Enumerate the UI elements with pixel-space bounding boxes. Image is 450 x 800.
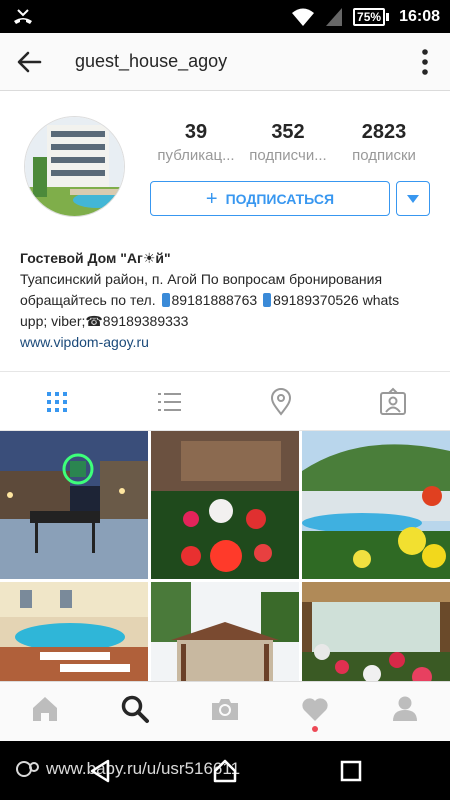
nav-camera[interactable] <box>205 694 245 730</box>
missed-call-icon <box>14 9 32 24</box>
suggestions-dropdown-button[interactable] <box>396 181 430 216</box>
stat-following[interactable]: 2823 подписки <box>338 121 430 164</box>
profile-full-name: Гостевой Дом "Аг☀й" <box>20 250 171 266</box>
list-view-icon[interactable] <box>154 387 184 417</box>
nav-activity[interactable] <box>295 694 335 732</box>
profile-icon <box>393 696 417 721</box>
watermark: www.baby.ru/u/usr516611 <box>14 759 240 779</box>
profile-bio: Гостевой Дом "Аг☀й" Туапсинский район, п… <box>20 248 440 353</box>
signal-icon <box>326 7 343 26</box>
more-options-icon[interactable] <box>420 47 430 77</box>
phone-icon <box>161 293 170 307</box>
status-bar: 75% 16:08 <box>0 0 450 33</box>
posts-label: публикац... <box>157 147 235 164</box>
instagram-app: guest_house_agoy 39 публикац... 352 подп… <box>0 33 450 741</box>
profile-username: guest_house_agoy <box>75 51 228 71</box>
battery-icon: 75% <box>353 7 390 26</box>
plus-icon: + <box>205 187 218 210</box>
followers-count: 352 <box>271 121 305 143</box>
bottom-navigation <box>0 681 450 741</box>
profile-stats: 39 публикац... 352 подписчи... 2823 подп… <box>150 121 430 171</box>
watermark-text: www.baby.ru/u/usr516611 <box>46 759 241 778</box>
stat-followers[interactable]: 352 подписчи... <box>242 121 334 164</box>
caret-down-icon <box>407 194 419 203</box>
back-arrow-icon[interactable] <box>14 47 44 77</box>
following-count: 2823 <box>361 121 407 143</box>
grid-view-icon[interactable] <box>42 387 72 417</box>
notification-dot <box>312 726 318 732</box>
wifi-icon <box>292 8 315 26</box>
system-navigation-bar: www.baby.ru/u/usr516611 <box>0 741 450 800</box>
tagged-photos-icon[interactable] <box>378 387 408 417</box>
grid-post[interactable] <box>0 431 148 579</box>
camera-icon <box>212 699 238 720</box>
nav-search[interactable] <box>115 694 155 730</box>
search-icon <box>121 695 149 723</box>
grid-post[interactable] <box>0 582 148 681</box>
grid-post[interactable] <box>151 431 299 579</box>
bio-phone[interactable]: 89181888763 <box>172 292 258 308</box>
system-recents-icon[interactable] <box>338 758 364 784</box>
follow-button[interactable]: + ПОДПИСАТЬСЯ <box>150 181 390 216</box>
view-tabs <box>0 371 450 431</box>
bio-line: Туапсинский район, п. Агой По вопросам б… <box>20 271 383 287</box>
nav-home[interactable] <box>25 694 65 730</box>
website-link[interactable]: www.vipdom-agoy.ru <box>20 332 440 353</box>
grid-post[interactable] <box>302 431 450 579</box>
top-bar: guest_house_agoy <box>0 33 450 91</box>
location-pin-icon[interactable] <box>266 387 296 417</box>
followers-label: подписчи... <box>249 147 327 164</box>
nav-profile[interactable] <box>385 694 425 730</box>
bio-line: upp; viber;☎89189389333 <box>20 313 189 329</box>
bio-line: обращайтесь по тел. 89181888763 89189370… <box>20 290 440 311</box>
follow-label: ПОДПИСАТЬСЯ <box>225 190 335 207</box>
following-label: подписки <box>352 147 416 164</box>
heart-icon <box>302 698 328 721</box>
clock: 16:08 <box>399 7 440 25</box>
profile-avatar[interactable] <box>24 116 125 217</box>
phone-icon <box>263 293 272 307</box>
bio-phone[interactable]: 89189370526 whats <box>273 292 399 308</box>
posts-count: 39 <box>184 121 208 143</box>
battery-level: 75% <box>353 7 386 26</box>
photo-grid <box>0 431 450 681</box>
home-icon <box>33 697 57 721</box>
grid-post[interactable] <box>302 582 450 681</box>
grid-post[interactable] <box>151 582 299 681</box>
bio-text: обращайтесь по тел. <box>20 292 156 308</box>
stat-posts[interactable]: 39 публикац... <box>150 121 242 164</box>
baby-logo-icon <box>16 761 39 777</box>
